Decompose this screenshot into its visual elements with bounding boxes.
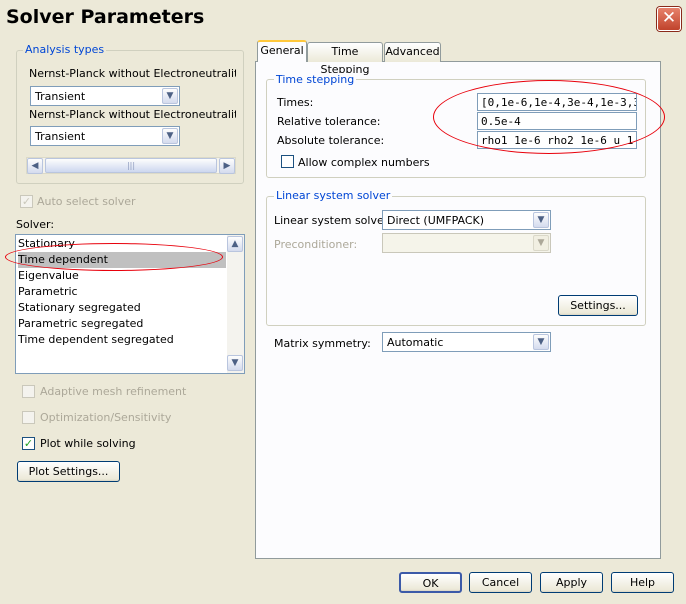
solver-item-stationary-segregated[interactable]: Stationary segregated xyxy=(18,300,141,316)
window-title: Solver Parameters xyxy=(6,6,205,28)
solver-list-scrollbar[interactable]: ▲ ▼ xyxy=(227,235,244,373)
scroll-left-icon[interactable]: ◀ xyxy=(27,158,43,174)
absolute-tolerance-label: Absolute tolerance: xyxy=(277,134,385,147)
linear-system-solver-select[interactable]: Direct (UMFPACK) ▼ xyxy=(382,210,551,230)
chevron-down-icon: ▼ xyxy=(162,88,178,104)
apply-button[interactable]: Apply xyxy=(540,572,603,593)
annotation-ellipse-times xyxy=(433,80,665,154)
scroll-up-icon[interactable]: ▲ xyxy=(227,236,243,252)
tab-general[interactable]: General xyxy=(257,40,307,62)
linear-system-solver-label: Linear system solver: xyxy=(274,214,392,227)
scroll-thumb[interactable]: ||| xyxy=(45,158,217,173)
linear-system-legend: Linear system solver xyxy=(274,189,393,202)
auto-select-solver-checkbox[interactable]: ✓ xyxy=(20,195,33,208)
tab-time-stepping[interactable]: Time Stepping xyxy=(307,42,383,76)
auto-select-solver-label: Auto select solver xyxy=(37,195,136,208)
chevron-down-icon: ▼ xyxy=(533,334,549,350)
optimization-label: Optimization/Sensitivity xyxy=(40,411,172,424)
analysis-types-legend: Analysis types xyxy=(23,43,107,56)
close-button[interactable]: ✕ xyxy=(657,7,681,31)
analysis-types-panel: Nernst-Planck without Electroneutrality … xyxy=(26,64,236,176)
relative-tolerance-label: Relative tolerance: xyxy=(277,115,381,128)
adaptive-mesh-checkbox[interactable] xyxy=(22,385,35,398)
preconditioner-label: Preconditioner: xyxy=(274,238,358,251)
times-label: Times: xyxy=(277,96,314,109)
linear-solver-settings-button[interactable]: Settings... xyxy=(558,295,638,316)
scroll-right-icon[interactable]: ▶ xyxy=(219,158,235,174)
analysis-type-label: Nernst-Planck without Electroneutrality … xyxy=(29,67,236,80)
scroll-down-icon[interactable]: ▼ xyxy=(227,355,243,371)
analysis-type-label: Nernst-Planck without Electroneutrality … xyxy=(29,108,236,121)
ok-button[interactable]: OK xyxy=(399,572,462,593)
analysis-types-scrollbar[interactable]: ◀ ||| ▶ xyxy=(26,157,236,174)
tab-advanced[interactable]: Advanced xyxy=(384,42,441,62)
analysis-type-mode-select[interactable]: Transient ▼ xyxy=(30,126,180,146)
chevron-down-icon: ▼ xyxy=(162,128,178,144)
preconditioner-select[interactable]: ▼ xyxy=(382,233,551,253)
chevron-down-icon: ▼ xyxy=(533,212,549,228)
solver-label: Solver: xyxy=(16,218,55,231)
chevron-down-icon: ▼ xyxy=(533,235,549,251)
adaptive-mesh-label: Adaptive mesh refinement xyxy=(40,385,187,398)
plot-while-solving-checkbox[interactable]: ✓ xyxy=(22,437,35,450)
cancel-button[interactable]: Cancel xyxy=(469,572,532,593)
allow-complex-label: Allow complex numbers xyxy=(298,156,430,169)
analysis-type-mode-select[interactable]: Transient ▼ xyxy=(30,86,180,106)
matrix-symmetry-select[interactable]: Automatic ▼ xyxy=(382,332,551,352)
plot-settings-button[interactable]: Plot Settings... xyxy=(17,461,120,482)
matrix-symmetry-label: Matrix symmetry: xyxy=(274,337,371,350)
optimization-checkbox[interactable] xyxy=(22,411,35,424)
solver-item-parametric-segregated[interactable]: Parametric segregated xyxy=(18,316,143,332)
annotation-ellipse-solver xyxy=(5,243,223,271)
close-icon: ✕ xyxy=(661,8,677,28)
solver-item-eigenvalue[interactable]: Eigenvalue xyxy=(18,268,79,284)
time-stepping-legend: Time stepping xyxy=(274,73,357,86)
allow-complex-checkbox[interactable] xyxy=(281,155,294,168)
solver-item-time-dependent-segregated[interactable]: Time dependent segregated xyxy=(18,332,174,348)
solver-item-parametric[interactable]: Parametric xyxy=(18,284,78,300)
help-button[interactable]: Help xyxy=(611,572,674,593)
plot-while-solving-label: Plot while solving xyxy=(40,437,136,450)
